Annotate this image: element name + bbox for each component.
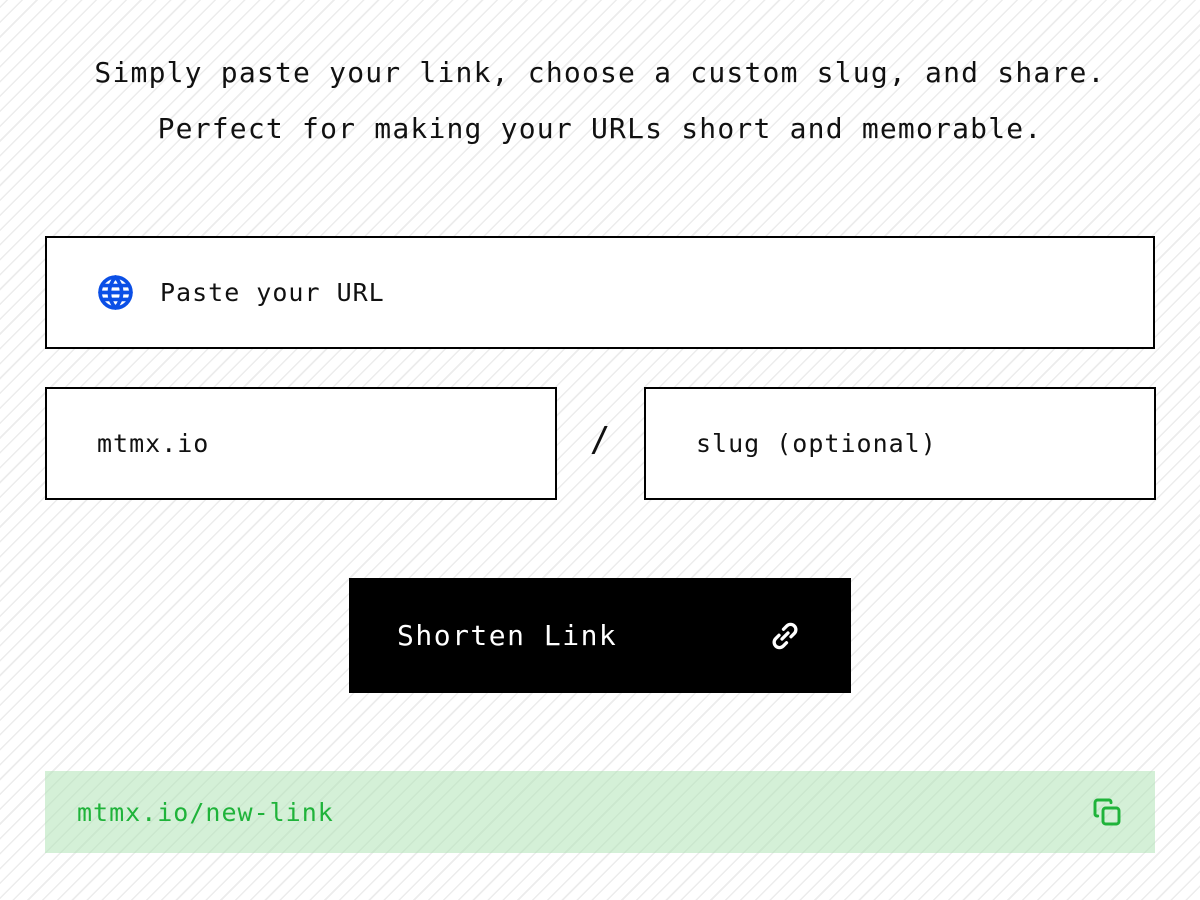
copy-icon[interactable] (1091, 796, 1123, 828)
path-separator: / (589, 420, 611, 460)
intro-line-2: Perfect for making your URLs short and m… (157, 112, 1043, 145)
short-url-link[interactable]: mtmx.io/new-link (77, 798, 334, 827)
shorten-link-button[interactable]: Shorten Link (349, 578, 851, 693)
globe-icon (97, 274, 134, 311)
domain-field[interactable] (45, 387, 557, 500)
url-input[interactable] (160, 238, 1153, 347)
slug-field[interactable] (644, 387, 1156, 500)
url-field[interactable] (45, 236, 1155, 349)
slug-input[interactable] (696, 389, 1154, 498)
result-bar: mtmx.io/new-link (45, 771, 1155, 853)
intro-line-1: Simply paste your link, choose a custom … (94, 56, 1106, 89)
domain-input[interactable] (97, 389, 555, 498)
shorten-link-label: Shorten Link (397, 619, 618, 652)
link-icon (767, 618, 803, 654)
